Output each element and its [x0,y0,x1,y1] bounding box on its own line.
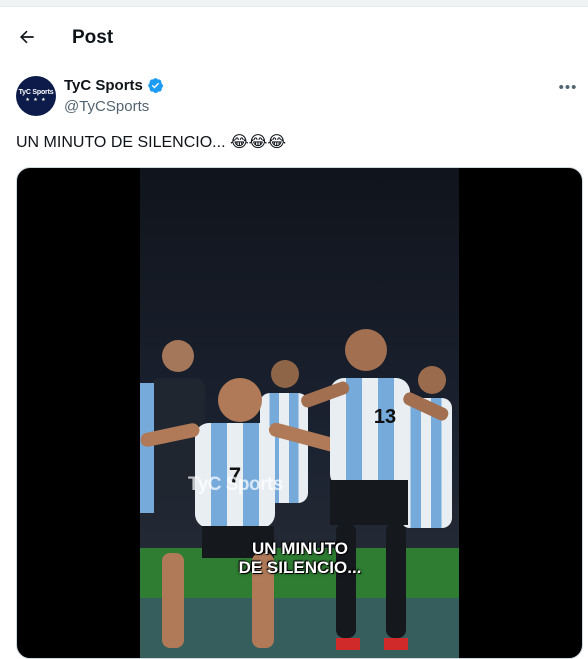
avatar-text: TyC Sports [18,89,54,96]
post-header: Post [0,18,588,60]
video-caption-line-2: DE SILENCIO... [238,558,362,577]
avatar-stars: ★ ★ ★ [25,97,47,103]
video-media[interactable]: 7 13 TyC Sports UN MINUTO DE SILENCIO... [16,167,583,659]
verified-badge-icon [147,77,164,94]
author-handle[interactable]: @TyCSports [64,98,149,115]
more-options-icon[interactable]: ••• [556,78,580,96]
video-watermark: TyC Sports [188,474,283,495]
tweet-text: UN MINUTO DE SILENCIO... 😂😂😂 [16,134,287,151]
video-scene: 7 13 [140,168,459,658]
author-name[interactable]: TyC Sports [64,77,143,94]
back-arrow-icon[interactable] [14,24,40,50]
avatar[interactable]: TyC Sports ★ ★ ★ [16,76,56,116]
svg-text:13: 13 [374,406,396,428]
video-caption: UN MINUTO DE SILENCIO... [180,539,420,577]
top-strip [0,0,588,7]
video-frame[interactable]: 7 13 TyC Sports UN MINUTO DE SILENCIO... [140,168,459,658]
video-caption-line-1: UN MINUTO [251,539,348,558]
post-author: TyC Sports ★ ★ ★ TyC Sports @TyCSports •… [16,74,576,118]
author-name-row: TyC Sports [64,77,164,94]
page-title: Post [72,27,114,48]
